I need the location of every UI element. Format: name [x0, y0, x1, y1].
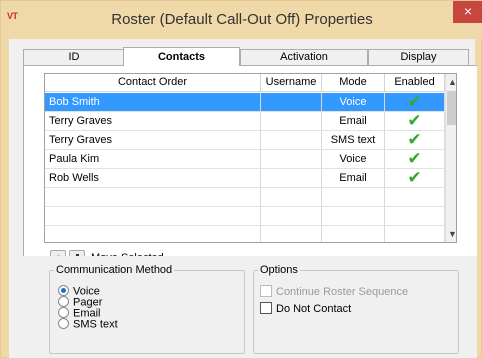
- checkbox-icon: [260, 285, 272, 298]
- contact-name-cell: [45, 207, 261, 225]
- username-cell: [261, 188, 322, 206]
- contact-name-cell: [45, 188, 261, 206]
- close-button[interactable]: ×: [453, 1, 482, 23]
- enabled-cell[interactable]: [385, 226, 445, 242]
- dialog-body: ID Contacts Activation Display Contact O…: [9, 39, 478, 358]
- radio-voice[interactable]: Voice: [58, 285, 118, 297]
- radio-sms-text[interactable]: SMS text: [58, 318, 118, 331]
- grid-header: Contact Order Username Mode Enabled: [45, 74, 456, 92]
- check-mark-icon: ✔: [407, 131, 422, 149]
- scroll-down-icon[interactable]: ▼: [446, 226, 456, 242]
- tab-contacts[interactable]: Contacts: [123, 47, 240, 66]
- tab-display[interactable]: Display: [368, 49, 469, 66]
- tab-activation[interactable]: Activation: [240, 49, 368, 66]
- enabled-cell[interactable]: ✔: [385, 169, 445, 187]
- empty-table-row[interactable]: [45, 226, 445, 242]
- tab-id[interactable]: ID: [23, 49, 125, 66]
- enabled-cell[interactable]: ✔: [385, 93, 445, 111]
- table-row[interactable]: Terry Graves Email ✔: [45, 112, 445, 131]
- do-not-contact-label: Do Not Contact: [276, 303, 352, 315]
- username-cell: [261, 169, 322, 187]
- continue-roster-sequence-label: Continue Roster Sequence: [276, 286, 409, 298]
- communication-method-group: Communication Method Voice Pager Email S…: [49, 264, 245, 354]
- contact-name-cell: Terry Graves: [45, 112, 261, 130]
- table-row[interactable]: Paula Kim Voice ✔: [45, 150, 445, 169]
- enabled-cell[interactable]: ✔: [385, 131, 445, 149]
- empty-table-row[interactable]: [45, 207, 445, 226]
- radio-email[interactable]: Email: [58, 307, 118, 319]
- username-cell: [261, 131, 322, 149]
- scroll-up-icon[interactable]: ▲: [446, 74, 456, 90]
- title-bar[interactable]: VT Roster (Default Call-Out Off) Propert…: [1, 1, 482, 39]
- column-header-contact-order[interactable]: Contact Order: [45, 74, 261, 92]
- contact-name-cell: Terry Graves: [45, 131, 261, 149]
- radio-button-icon[interactable]: [58, 285, 69, 296]
- mode-cell: [322, 188, 385, 206]
- username-cell: [261, 207, 322, 225]
- mode-cell: Email: [322, 112, 385, 130]
- username-cell: [261, 112, 322, 130]
- communication-method-legend: Communication Method: [56, 264, 173, 276]
- radio-sms-text-label: SMS text: [73, 318, 118, 331]
- check-mark-icon: ✔: [407, 112, 422, 130]
- table-row[interactable]: Terry Graves SMS text ✔: [45, 131, 445, 150]
- empty-table-row[interactable]: [45, 188, 445, 207]
- table-row[interactable]: Bob Smith Voice ✔: [45, 93, 445, 112]
- radio-button-icon[interactable]: [58, 296, 69, 307]
- check-mark-icon: ✔: [407, 169, 422, 187]
- options-legend: Options: [260, 264, 298, 276]
- username-cell: [261, 93, 322, 111]
- continue-roster-sequence-checkbox: Continue Roster Sequence: [260, 285, 409, 303]
- enabled-cell[interactable]: ✔: [385, 150, 445, 168]
- enabled-cell[interactable]: [385, 207, 445, 225]
- contact-name-cell: Bob Smith: [45, 93, 261, 111]
- mode-cell: [322, 207, 385, 225]
- username-cell: [261, 150, 322, 168]
- window-title: Roster (Default Call-Out Off) Properties: [111, 11, 373, 28]
- username-cell: [261, 226, 322, 242]
- mode-cell: [322, 226, 385, 242]
- table-row[interactable]: Rob Wells Email ✔: [45, 169, 445, 188]
- enabled-cell[interactable]: [385, 188, 445, 206]
- do-not-contact-checkbox[interactable]: Do Not Contact: [260, 302, 408, 320]
- checkbox-icon[interactable]: [260, 302, 272, 315]
- contact-order-grid[interactable]: Contact Order Username Mode Enabled Bob …: [44, 73, 457, 243]
- column-header-username[interactable]: Username: [261, 74, 322, 92]
- settings-area: Communication Method Voice Pager Email S…: [23, 256, 477, 358]
- scroll-thumb[interactable]: [447, 91, 456, 125]
- column-header-enabled[interactable]: Enabled: [385, 74, 445, 92]
- radio-pager[interactable]: Pager: [58, 296, 118, 308]
- check-mark-icon: ✔: [407, 150, 422, 168]
- properties-window: VT Roster (Default Call-Out Off) Propert…: [0, 0, 482, 358]
- mode-cell: Voice: [322, 93, 385, 111]
- column-header-mode[interactable]: Mode: [322, 74, 385, 92]
- tab-strip: ID Contacts Activation Display: [23, 47, 469, 66]
- check-mark-icon: ✔: [407, 93, 422, 111]
- contact-name-cell: Rob Wells: [45, 169, 261, 187]
- radio-button-icon[interactable]: [58, 318, 69, 329]
- options-group: Options Continue Roster Sequence Do Not …: [253, 264, 459, 354]
- contact-name-cell: Paula Kim: [45, 150, 261, 168]
- mode-cell: Voice: [322, 150, 385, 168]
- radio-button-icon[interactable]: [58, 307, 69, 318]
- contact-name-cell: [45, 226, 261, 242]
- mode-cell: Email: [322, 169, 385, 187]
- mode-cell: SMS text: [322, 131, 385, 149]
- vertical-scrollbar[interactable]: ▲ ▼: [445, 74, 456, 242]
- enabled-cell[interactable]: ✔: [385, 112, 445, 130]
